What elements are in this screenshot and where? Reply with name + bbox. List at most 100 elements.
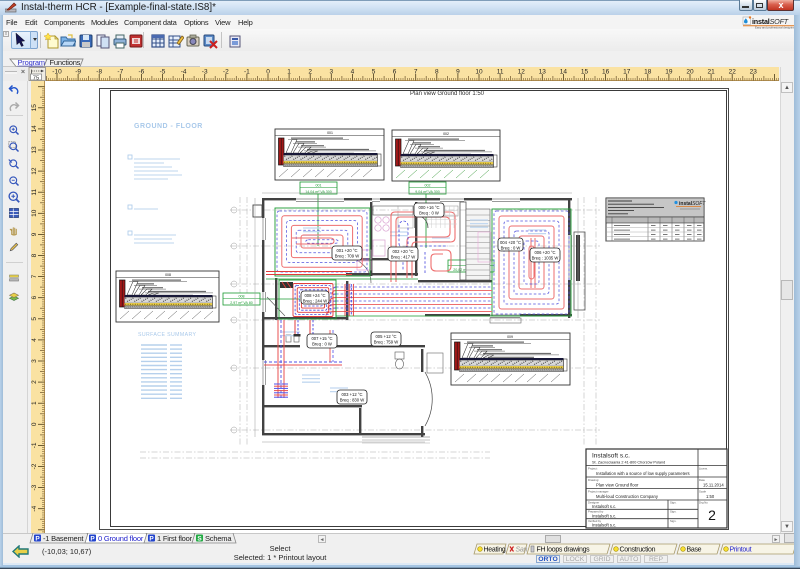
svg-text:001: 001 — [316, 184, 322, 188]
svg-text:-3: -3 — [202, 69, 208, 76]
svg-text:-10: -10 — [52, 69, 62, 76]
svg-text:10: 10 — [475, 69, 483, 76]
svg-text:17: 17 — [623, 69, 631, 76]
svg-text:12: 12 — [31, 167, 38, 175]
svg-text:007 +15 °C: 007 +15 °C — [311, 336, 332, 341]
svg-text:9: 9 — [31, 232, 38, 236]
svg-text:Breq : 417 W: Breq : 417 W — [391, 255, 415, 260]
svg-text:10: 10 — [31, 209, 38, 217]
svg-text:Instalsoft s.c.: Instalsoft s.c. — [592, 504, 616, 509]
svg-text:P: P — [149, 536, 154, 543]
svg-text:Schema: Schema — [205, 534, 232, 543]
svg-text:4: 4 — [351, 69, 355, 76]
svg-text:11: 11 — [497, 69, 504, 76]
svg-text:19: 19 — [665, 69, 673, 76]
svg-text:Printout: Printout — [730, 547, 752, 554]
svg-text:0: 0 — [31, 422, 38, 426]
svg-text:000 +16 °C: 000 +16 °C — [418, 205, 439, 210]
svg-text:8: 8 — [435, 69, 439, 76]
svg-text:004 +20 °C: 004 +20 °C — [500, 240, 521, 245]
svg-text:20: 20 — [686, 69, 694, 76]
svg-text:1 First floor: 1 First floor — [157, 534, 193, 543]
svg-text:1: 1 — [287, 69, 291, 76]
svg-text:14: 14 — [31, 125, 38, 133]
svg-text:003 +12 °C: 003 +12 °C — [341, 392, 362, 397]
svg-text:Project:: Project: — [588, 467, 598, 471]
svg-text:Sign.: Sign. — [670, 500, 677, 504]
svg-text:Installation with a source of: Installation with a source of low supply… — [596, 471, 690, 476]
svg-text:-1: -1 — [31, 442, 38, 448]
svg-text:Breq : 709 W: Breq : 709 W — [335, 254, 359, 259]
svg-text:Construction: Construction — [620, 547, 656, 554]
svg-text:Breq : 1035 W: Breq : 1035 W — [532, 256, 559, 261]
svg-text:Instalsoft s.c.: Instalsoft s.c. — [592, 523, 616, 528]
svg-text:Breq : 830 W: Breq : 830 W — [340, 398, 364, 403]
svg-text:Plan view Ground floor: Plan view Ground floor — [596, 483, 639, 488]
svg-text:San: San — [516, 547, 528, 554]
svg-text:008 +24 °C: 008 +24 °C — [304, 293, 325, 298]
svg-text:Sign.: Sign. — [670, 519, 677, 523]
svg-text:Heating: Heating — [484, 547, 506, 554]
svg-text:Drg No: Drg No — [699, 500, 708, 504]
svg-text:Breq : 0 W: Breq : 0 W — [501, 246, 521, 251]
svg-text:4: 4 — [31, 338, 38, 342]
svg-text:Licens.: Licens. — [699, 467, 708, 471]
svg-text:-1: -1 — [244, 69, 250, 76]
svg-text:13: 13 — [31, 146, 38, 154]
svg-text:009: 009 — [507, 335, 513, 339]
svg-text:Multi-loud Construction Compan: Multi-loud Construction Company — [596, 494, 659, 499]
svg-text:-9: -9 — [75, 69, 81, 76]
svg-text:Breq : 0 W: Breq : 0 W — [312, 342, 332, 347]
svg-text:Scale: Scale — [699, 490, 706, 494]
svg-text:-3: -3 — [31, 484, 38, 490]
svg-text:Instalsoft s.c.: Instalsoft s.c. — [592, 453, 630, 460]
svg-text:18: 18 — [644, 69, 652, 76]
svg-text:St. Zacnociaania 2 41-800 Chor: St. Zacnociaania 2 41-800 Chorzów Poland — [592, 461, 665, 465]
svg-text:3: 3 — [31, 359, 38, 363]
svg-text:-6: -6 — [139, 69, 145, 76]
svg-text:0 Ground floor: 0 Ground floor — [98, 534, 144, 543]
svg-text:0: 0 — [266, 69, 270, 76]
svg-text:001 +20 °C: 001 +20 °C — [336, 248, 357, 253]
svg-text:S: S — [197, 536, 202, 543]
svg-text:Breq : 0 W: Breq : 0 W — [419, 211, 439, 216]
svg-text:13: 13 — [539, 69, 547, 76]
svg-text:2: 2 — [708, 507, 716, 523]
svg-text:-4: -4 — [31, 505, 38, 511]
svg-text:Project manager: Project manager — [588, 490, 609, 494]
svg-text:instalSOFT: instalSOFT — [679, 201, 706, 207]
svg-text:GROUND - FLOOR: GROUND - FLOOR — [134, 123, 203, 130]
svg-text:11: 11 — [31, 188, 38, 195]
svg-text:Plan view Ground floor 1:50: Plan view Ground floor 1:50 — [410, 91, 485, 97]
svg-text:3: 3 — [329, 69, 333, 76]
svg-text:002 +20 °C: 002 +20 °C — [392, 249, 413, 254]
svg-text:Sign.: Sign. — [670, 510, 677, 514]
svg-text:SURFACE SUMMARY: SURFACE SUMMARY — [138, 332, 197, 338]
svg-text:15.11.2014: 15.11.2014 — [703, 483, 724, 488]
svg-text:Drawing:: Drawing: — [588, 478, 599, 482]
svg-text:7: 7 — [31, 274, 38, 278]
svg-text:5: 5 — [31, 317, 38, 321]
svg-text:2: 2 — [308, 69, 312, 76]
svg-text:008: 008 — [165, 273, 171, 277]
svg-text:P: P — [35, 536, 40, 543]
svg-text:15: 15 — [31, 104, 38, 112]
svg-text:8: 8 — [31, 253, 38, 257]
svg-text:001: 001 — [327, 131, 333, 135]
svg-text:-1 Basement: -1 Basement — [43, 534, 84, 543]
svg-text:P: P — [90, 536, 95, 543]
svg-text:Base: Base — [687, 547, 702, 554]
svg-text:21: 21 — [707, 69, 715, 76]
svg-text:15: 15 — [581, 69, 589, 76]
svg-text:Breq : 244 W: Breq : 244 W — [303, 299, 327, 304]
svg-text:-5: -5 — [160, 69, 166, 76]
svg-text:16: 16 — [602, 69, 610, 76]
svg-text:006 +20 °C: 006 +20 °C — [534, 250, 555, 255]
svg-text:FH loops drawings: FH loops drawings — [537, 547, 591, 554]
svg-text:-2: -2 — [31, 463, 38, 469]
svg-text:2,97 m² VA 80: 2,97 m² VA 80 — [230, 301, 253, 305]
svg-text:-7: -7 — [117, 69, 123, 76]
svg-text:Instalsoft s.c.: Instalsoft s.c. — [592, 513, 616, 518]
svg-text:1: 1 — [31, 401, 38, 405]
svg-text:005 +12 °C: 005 +12 °C — [375, 334, 396, 339]
